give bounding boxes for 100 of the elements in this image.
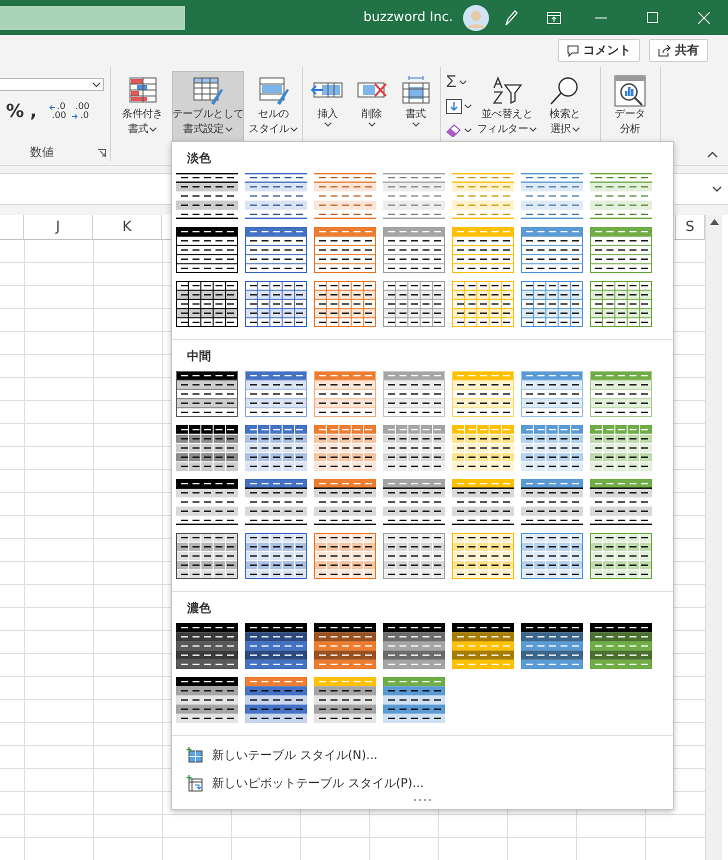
table-style-thumbnail[interactable] xyxy=(452,623,514,669)
table-style-thumbnail[interactable] xyxy=(245,425,307,471)
table-style-thumbnail[interactable] xyxy=(314,281,376,327)
caret-icon xyxy=(412,122,420,127)
table-style-thumbnail[interactable] xyxy=(245,281,307,327)
table-style-thumbnail[interactable] xyxy=(314,425,376,471)
caret-icon xyxy=(92,82,101,88)
collapse-ribbon-icon[interactable] xyxy=(707,151,718,158)
data-analysis-icon xyxy=(613,75,647,107)
ribbon-button[interactable]: テーブルとして 書式設定 xyxy=(172,71,244,143)
account-name: buzzword Inc. xyxy=(363,10,453,25)
table-style-thumbnail[interactable] xyxy=(314,173,376,219)
section-title: 淡色 xyxy=(186,150,212,167)
section-title: 中間 xyxy=(186,348,212,365)
table-style-thumbnail[interactable] xyxy=(521,281,583,327)
section-title: 濃色 xyxy=(186,600,212,617)
comment-button[interactable]: コメント xyxy=(558,39,640,62)
avatar[interactable] xyxy=(463,4,489,30)
table-style-thumbnail[interactable] xyxy=(383,623,445,669)
table-style-thumbnail[interactable] xyxy=(314,623,376,669)
table-style-thumbnail[interactable] xyxy=(245,479,307,525)
caret-icon xyxy=(712,186,722,192)
table-style-thumbnail[interactable] xyxy=(176,281,238,327)
table-style-thumbnail[interactable] xyxy=(245,227,307,273)
caret-icon xyxy=(458,80,467,84)
table-style-thumbnail[interactable] xyxy=(590,227,652,273)
maximize-icon[interactable] xyxy=(647,12,658,23)
minimize-icon[interactable] xyxy=(595,16,607,18)
table-style-thumbnail[interactable] xyxy=(521,623,583,669)
search-field[interactable] xyxy=(0,6,185,30)
column-header[interactable]: J xyxy=(24,215,93,239)
table-style-thumbnail[interactable] xyxy=(452,173,514,219)
eraser-icon xyxy=(446,124,462,136)
caret-icon xyxy=(324,122,332,127)
table-style-thumbnail[interactable] xyxy=(383,479,445,525)
table-style-thumbnail[interactable] xyxy=(176,677,238,723)
table-style-thumbnail[interactable] xyxy=(521,173,583,219)
table-style-thumbnail[interactable] xyxy=(314,479,376,525)
table-style-thumbnail[interactable] xyxy=(383,173,445,219)
table-style-thumbnail[interactable] xyxy=(521,479,583,525)
table-style-thumbnail[interactable] xyxy=(590,173,652,219)
table-style-thumbnail[interactable] xyxy=(521,425,583,471)
table-style-thumbnail[interactable] xyxy=(590,533,652,579)
ribbon-button[interactable]: 並べ替えと フィルター xyxy=(475,71,539,143)
menu-item[interactable]: 新しいピボットテーブル スタイル(P)... xyxy=(172,769,673,797)
table-style-thumbnail[interactable] xyxy=(590,479,652,525)
ribbon-button[interactable]: 条件付き 書式 xyxy=(114,71,171,143)
ribbon-display-icon[interactable] xyxy=(547,12,561,24)
close-icon[interactable] xyxy=(698,12,710,24)
table-style-thumbnail[interactable] xyxy=(245,677,307,723)
decrease-decimal-button[interactable]: .00 .0 xyxy=(72,102,90,120)
table-style-thumbnail[interactable] xyxy=(590,281,652,327)
table-style-thumbnail[interactable] xyxy=(176,227,238,273)
table-style-thumbnail[interactable] xyxy=(590,623,652,669)
scroll-up-icon[interactable] xyxy=(710,219,718,225)
table-style-thumbnail[interactable] xyxy=(452,425,514,471)
table-style-thumbnail[interactable] xyxy=(176,623,238,669)
table-style-thumbnail[interactable] xyxy=(176,371,238,417)
share-button[interactable]: 共有 xyxy=(649,39,708,62)
table-style-thumbnail[interactable] xyxy=(176,479,238,525)
increase-decimal-button[interactable]: .0 .00 xyxy=(48,102,66,120)
vertical-scrollbar[interactable] xyxy=(705,215,722,860)
menu-item[interactable]: 新しいテーブル スタイル(N)... xyxy=(172,741,673,769)
dialog-launcher-icon[interactable] xyxy=(98,148,106,156)
table-style-thumbnail[interactable] xyxy=(521,227,583,273)
table-style-thumbnail[interactable] xyxy=(245,173,307,219)
table-style-thumbnail[interactable] xyxy=(383,677,445,723)
ribbon-button[interactable]: 検索と 選択 xyxy=(540,71,590,143)
new-pivot-style-icon xyxy=(186,774,203,792)
table-style-thumbnail[interactable] xyxy=(245,371,307,417)
table-style-thumbnail[interactable] xyxy=(383,425,445,471)
table-style-thumbnail[interactable] xyxy=(383,281,445,327)
percent-style-button[interactable]: % xyxy=(6,101,24,122)
pen-icon[interactable] xyxy=(503,8,519,26)
cell-styles-brush-icon xyxy=(256,75,290,107)
caret-icon xyxy=(368,122,376,127)
table-style-thumbnail[interactable] xyxy=(314,533,376,579)
table-style-thumbnail[interactable] xyxy=(314,227,376,273)
fill-down-icon xyxy=(446,98,462,114)
column-header[interactable]: K xyxy=(93,215,162,239)
table-style-thumbnail[interactable] xyxy=(383,227,445,273)
caret-icon xyxy=(464,128,472,132)
table-style-thumbnail[interactable] xyxy=(176,425,238,471)
arrow-icon xyxy=(48,104,55,110)
table-style-thumbnail[interactable] xyxy=(176,173,238,219)
table-style-thumbnail[interactable] xyxy=(314,677,376,723)
caret-icon xyxy=(149,127,158,132)
table-style-thumbnail[interactable] xyxy=(521,533,583,579)
table-style-thumbnail[interactable] xyxy=(176,533,238,579)
table-style-thumbnail[interactable] xyxy=(245,533,307,579)
autosum-button[interactable]: Σ xyxy=(444,71,474,93)
caret-icon xyxy=(464,104,472,108)
table-style-thumbnail[interactable] xyxy=(383,533,445,579)
table-style-thumbnail[interactable] xyxy=(452,479,514,525)
table-style-thumbnail[interactable] xyxy=(245,623,307,669)
caret-icon xyxy=(224,127,233,132)
table-style-thumbnail[interactable] xyxy=(590,425,652,471)
comma-style-button[interactable]: , xyxy=(30,101,37,122)
ribbon-button[interactable]: データ 分析 xyxy=(604,71,656,143)
resize-grip-icon[interactable] xyxy=(414,799,432,802)
